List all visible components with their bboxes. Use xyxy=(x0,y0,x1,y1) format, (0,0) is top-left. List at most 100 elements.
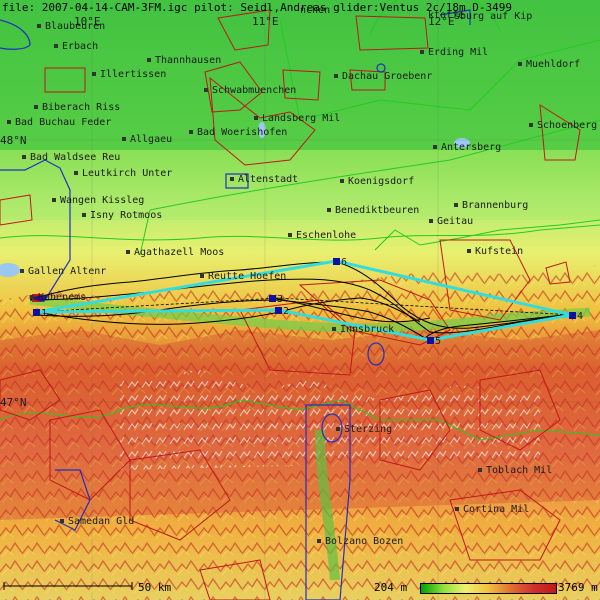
town-label: Wangen Kissleg xyxy=(60,195,144,206)
town-marker xyxy=(82,213,86,217)
town-3: Illertissen xyxy=(92,69,166,80)
lat-label-47: 47°N xyxy=(0,396,27,409)
town-label: Biberach Riss xyxy=(42,102,120,113)
town-label: Brannenburg xyxy=(462,200,528,211)
town-label: Bolzano Bozen xyxy=(325,536,403,547)
lon-label-10: 10°E xyxy=(74,15,101,28)
town-marker xyxy=(147,58,151,62)
town-marker xyxy=(20,269,24,273)
town-marker xyxy=(30,295,34,299)
turnpoint-label: 5 xyxy=(435,336,441,347)
town-marker xyxy=(189,130,193,134)
town-marker xyxy=(254,116,258,120)
town-marker xyxy=(92,72,96,76)
town-marker xyxy=(317,539,321,543)
turnpoint-marker xyxy=(333,258,340,265)
town-marker xyxy=(22,155,26,159)
town-label: Illertissen xyxy=(100,69,166,80)
town-17: Altenstadt xyxy=(230,174,298,185)
town-label: Toblach Mil xyxy=(486,465,552,476)
town-11: Bad Woerishofen xyxy=(189,127,287,138)
town-marker xyxy=(34,105,38,109)
town-marker xyxy=(52,198,56,202)
town-label: Schwabmuenchen xyxy=(212,85,296,96)
town-label: Erbach xyxy=(62,41,98,52)
turnpoint-label: 3 xyxy=(277,294,283,305)
town-label: Cortina Mil xyxy=(463,504,529,515)
town-marker xyxy=(200,274,204,278)
town-4: Schwabmuenchen xyxy=(204,85,296,96)
town-13: Schoenberg xyxy=(529,120,597,131)
lon-label-11: 11°E xyxy=(252,15,279,28)
town-29: Hohenems xyxy=(30,292,86,303)
turnpoint-marker xyxy=(569,312,576,319)
town-label: Hohenems xyxy=(38,292,86,303)
town-marker xyxy=(478,468,482,472)
turnpoint-marker xyxy=(427,337,434,344)
town-marker xyxy=(122,137,126,141)
elevation-legend xyxy=(420,583,557,594)
town-marker xyxy=(288,233,292,237)
town-32: Toblach Mil xyxy=(478,465,552,476)
town-35: Bolzano Bozen xyxy=(317,536,403,547)
town-marker xyxy=(327,208,331,212)
town-26: Agathazell Moos xyxy=(126,247,224,258)
town-label: Bad Woerishofen xyxy=(197,127,287,138)
town-marker xyxy=(204,88,208,92)
map-view[interactable]: 123456 Blaubeuren Erbach Thannhausen Illert… xyxy=(0,0,600,600)
town-marker xyxy=(126,250,130,254)
town-27: Reutte Hoefen xyxy=(200,271,286,282)
terrain-map[interactable]: 1 23456 BlaubeurenErbachThannhausenIllert… xyxy=(0,0,600,600)
town-24: Eschenlohe xyxy=(288,230,356,241)
town-label: Allgaeu xyxy=(130,134,172,145)
town-label: Leutkirch Unter xyxy=(82,168,172,179)
town-marker xyxy=(455,507,459,511)
town-marker xyxy=(340,179,344,183)
elevation-max-label: 3769 m xyxy=(558,581,598,594)
town-marker xyxy=(467,249,471,253)
town-15: Bad Waldsee Reu xyxy=(22,152,120,163)
town-2: Thannhausen xyxy=(147,55,221,66)
town-label: Koenigsdorf xyxy=(348,176,414,187)
town-label: Muehldorf xyxy=(526,59,580,70)
town-label: Dachau Groebenr xyxy=(342,71,432,82)
town-marker xyxy=(454,203,458,207)
lat-label-48: 48°N xyxy=(0,134,27,147)
lon-label-12: 12°E xyxy=(428,15,455,28)
elevation-min-label: 204 m xyxy=(374,581,408,594)
town-marker xyxy=(433,145,437,149)
town-label: Innsbruck xyxy=(340,324,394,335)
town-label: Samedan Gld xyxy=(68,516,134,527)
town-marker xyxy=(336,427,340,431)
town-21: Brannenburg xyxy=(454,200,528,211)
town-25: Kufstein xyxy=(467,246,523,257)
town-22: Isny Rotmoos xyxy=(82,210,162,221)
town-marker xyxy=(518,62,522,66)
town-label: Sterzing xyxy=(344,424,392,435)
town-7: Muehldorf xyxy=(518,59,580,70)
town-marker xyxy=(529,123,533,127)
turnpoint-marker xyxy=(275,307,282,314)
turnpoint-label: 6 xyxy=(341,257,347,268)
town-label: Landsberg Mil xyxy=(262,113,340,124)
town-label: Thannhausen xyxy=(155,55,221,66)
town-marker xyxy=(74,171,78,175)
town-marker xyxy=(54,44,58,48)
town-20: Benediktbeuren xyxy=(327,205,419,216)
town-18: Koenigsdorf xyxy=(340,176,414,187)
turnpoint-marker xyxy=(269,295,276,302)
turnpoint-label: 2 xyxy=(283,306,289,317)
town-label: Altenstadt xyxy=(238,174,298,185)
town-label: Benediktbeuren xyxy=(335,205,419,216)
town-label: Isny Rotmoos xyxy=(90,210,162,221)
town-8: Biberach Riss xyxy=(34,102,120,113)
town-34: Samedan Gld xyxy=(60,516,134,527)
town-30: Innsbruck xyxy=(332,324,394,335)
town-33: Cortina Mil xyxy=(455,504,529,515)
town-16: Leutkirch Unter xyxy=(74,168,172,179)
town-label: Antersberg xyxy=(441,142,501,153)
town-31: Sterzing xyxy=(336,424,392,435)
turnpoint-marker xyxy=(33,309,40,316)
town-marker xyxy=(230,177,234,181)
town-5: Dachau Groebenr xyxy=(334,71,432,82)
